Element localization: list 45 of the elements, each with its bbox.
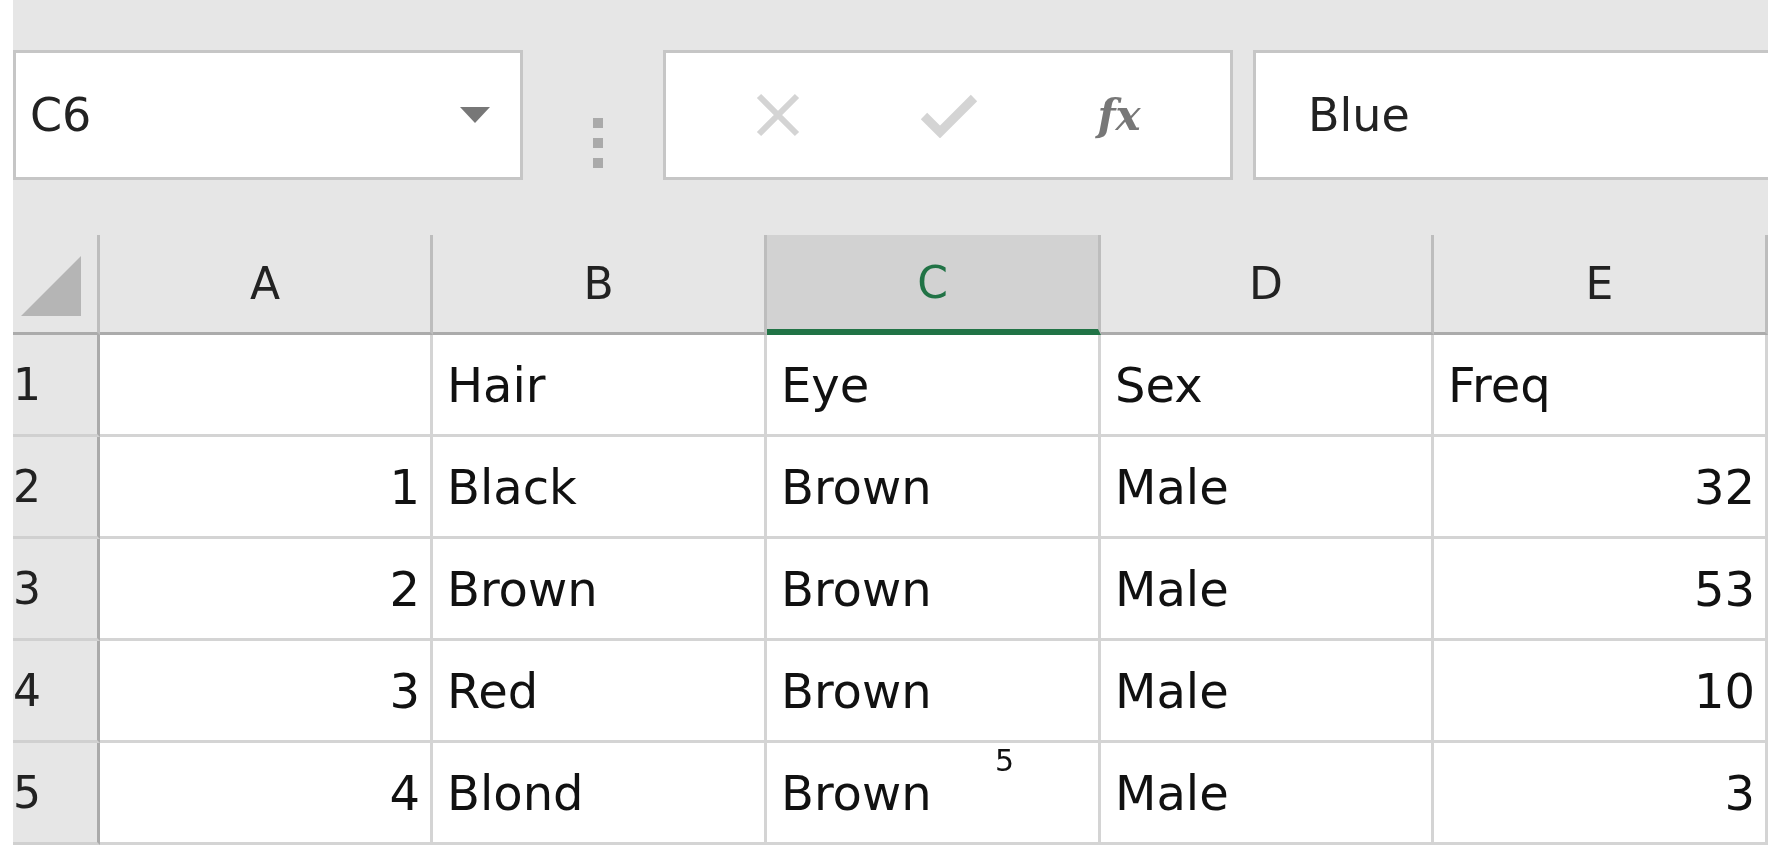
table-cell: Black [433, 437, 767, 539]
column-header[interactable]: D [1101, 235, 1434, 335]
table-cell: Brown [767, 539, 1101, 641]
table-cell: 10 [1434, 641, 1768, 743]
cell-reference: C6 [30, 88, 92, 142]
table-cell: 53 [1434, 539, 1768, 641]
insert-function-button[interactable]: fx [1097, 90, 1141, 140]
table-cell: Red [433, 641, 767, 743]
table-cell: 3 [100, 641, 433, 743]
name-box[interactable]: C6 [13, 50, 523, 180]
table-cell: Male [1101, 641, 1434, 743]
row-header[interactable]: 2 [13, 437, 100, 539]
table-cell: Blond [433, 743, 767, 845]
table-cell: Male [1101, 539, 1434, 641]
table-cell: 2 [100, 539, 433, 641]
table-cell: Freq [1434, 335, 1768, 437]
row-header[interactable]: 5 [13, 743, 100, 845]
table-cell: Brown [767, 641, 1101, 743]
column-header[interactable]: E [1434, 235, 1768, 335]
table-cell: 32 [1434, 437, 1768, 539]
table-cell: Brown [767, 437, 1101, 539]
corner-triangle-icon [21, 256, 81, 316]
table-cell: Eye [767, 335, 1101, 437]
cancel-icon[interactable] [755, 92, 802, 138]
table-cell: Brown [433, 539, 767, 641]
table-cell: Hair [433, 335, 767, 437]
column-header[interactable]: B [433, 235, 767, 335]
column-header[interactable]: C [767, 235, 1101, 335]
row-header[interactable]: 1 [13, 335, 100, 437]
table-cell: Sex [1101, 335, 1434, 437]
column-header[interactable]: A [100, 235, 433, 335]
annotation-number: 5 [994, 743, 1014, 778]
dropdown-caret-icon[interactable] [460, 107, 490, 123]
grip-icon [593, 117, 603, 168]
table-cell: 1 [100, 437, 433, 539]
table-cell: Male [1101, 743, 1434, 845]
row-header[interactable]: 3 [13, 539, 100, 641]
table-cell: 3 [1434, 743, 1768, 845]
checkmark-icon[interactable] [920, 92, 979, 138]
row-header[interactable]: 4 [13, 641, 100, 743]
table-cell: Male [1101, 437, 1434, 539]
select-all-button[interactable] [13, 235, 100, 335]
table-cell: 4 [100, 743, 433, 845]
formula-field[interactable]: Blue [1253, 50, 1768, 180]
table-cell: Brown 5 [767, 743, 1101, 845]
